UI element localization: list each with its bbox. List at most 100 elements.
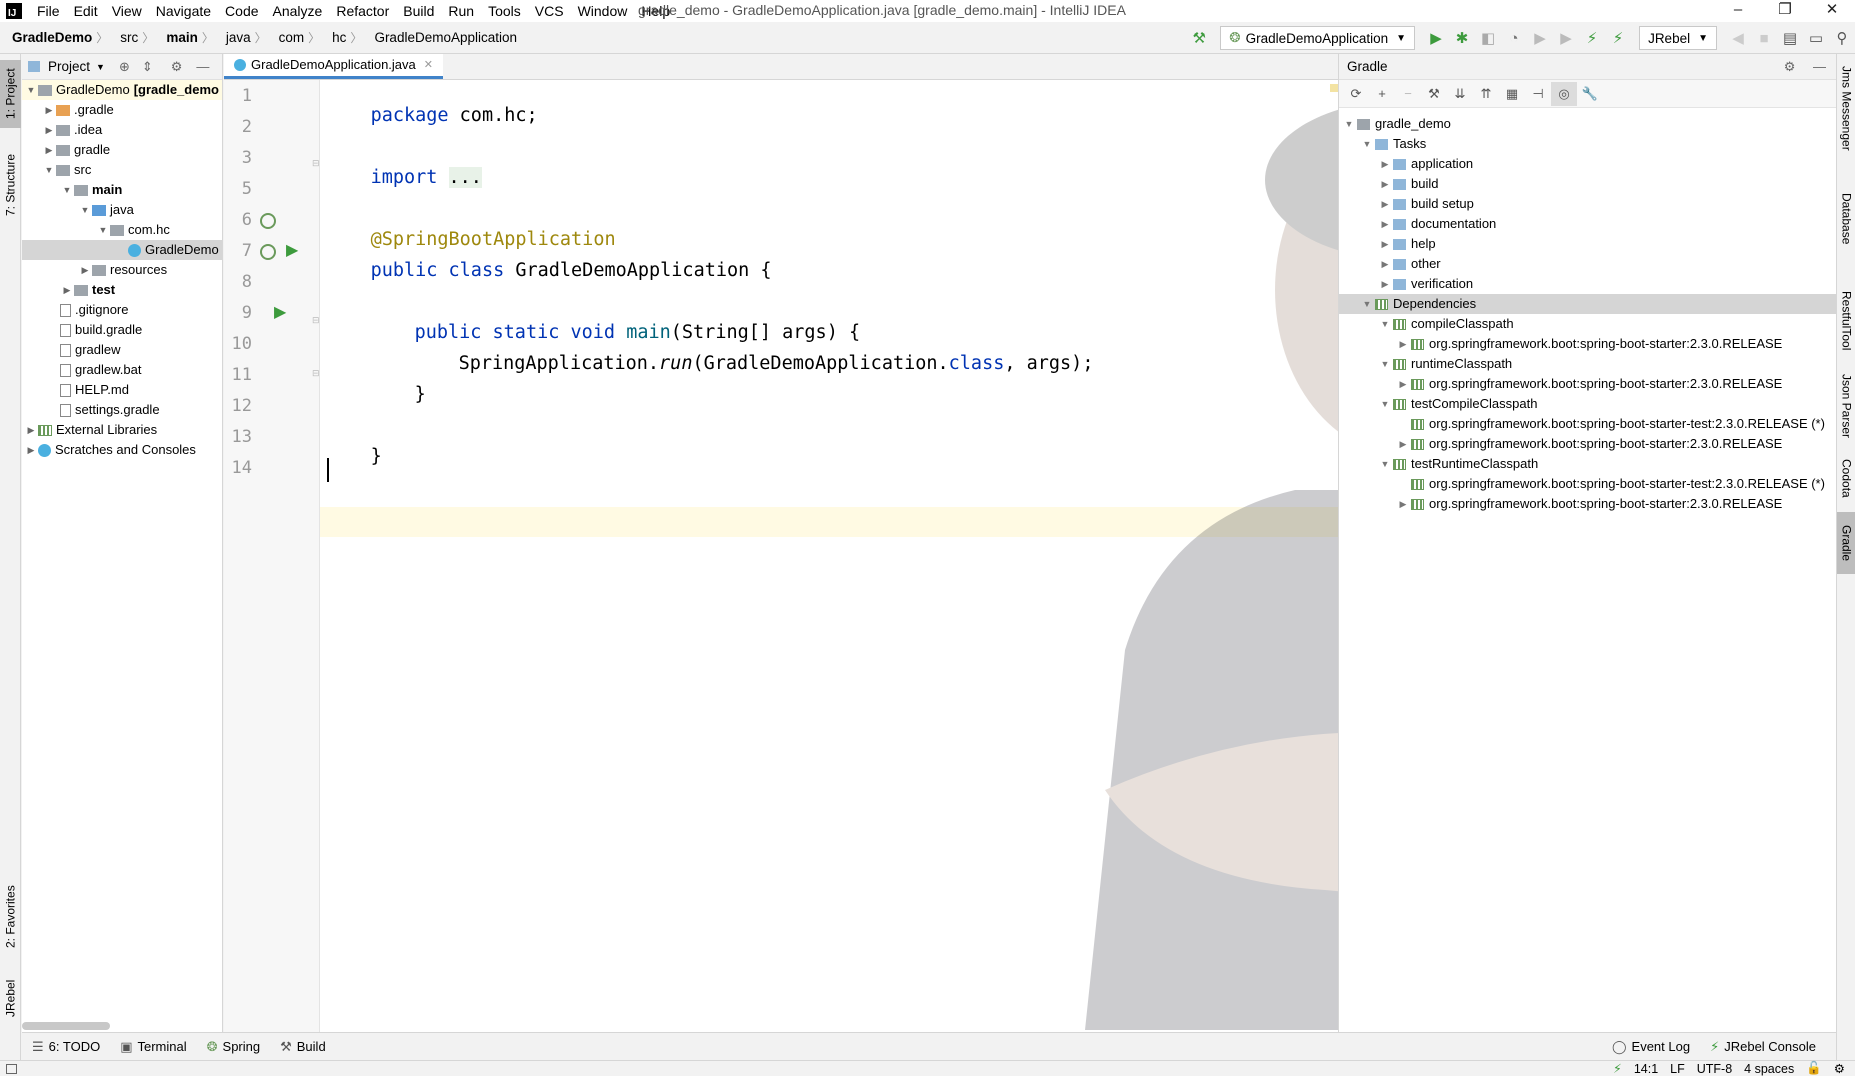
expand-arrow-icon[interactable]: ▶ [1377,214,1393,234]
menu-refactor[interactable]: Refactor [329,0,396,22]
expand-arrow-icon[interactable]: ▶ [42,120,56,140]
gradle-task-group[interactable]: ▶ build [1339,174,1836,194]
project-structure-icon[interactable]: ▤ [1777,25,1803,51]
run-icon[interactable]: ▶ [1423,25,1449,51]
group-icon[interactable]: ▦ [1499,82,1525,106]
expand-arrow-icon[interactable]: ▶ [24,440,38,460]
tab-json-parser[interactable]: Json Parser [1837,372,1855,440]
hide-icon[interactable]: — [1813,59,1826,74]
tree-item-resources[interactable]: ▶ resources [22,260,222,280]
menu-tools[interactable]: Tools [481,0,528,22]
gradle-task-group[interactable]: ▶ documentation [1339,214,1836,234]
expand-arrow-icon[interactable]: ▶ [1377,234,1393,254]
run-gutter-icon[interactable]: ▶ [286,240,298,260]
code-line-7[interactable]: public class GradleDemoApplication { [326,239,772,302]
menu-view[interactable]: View [105,0,149,22]
tree-item-gradlew[interactable]: gradlew [22,340,222,360]
expand-all-icon[interactable]: ⇊ [1447,82,1473,106]
gradle-dependency[interactable]: org.springframework.boot:spring-boot-sta… [1339,414,1836,434]
memory-indicator-icon[interactable]: ⚙ [1834,1061,1845,1076]
tree-item-help-md[interactable]: HELP.md [22,380,222,400]
hide-icon[interactable]: — [196,59,209,74]
tree-item-build-gradle[interactable]: build.gradle [22,320,222,340]
spring-bean-icon[interactable] [260,213,276,229]
gradle-task-group[interactable]: ▶ build setup [1339,194,1836,214]
gradle-root[interactable]: ▼ gradle_demo [1339,114,1836,134]
expand-arrow-icon[interactable]: ▶ [1395,434,1411,454]
horizontal-scrollbar[interactable] [22,1022,110,1030]
gradle-task-group[interactable]: ▶ help [1339,234,1836,254]
menu-code[interactable]: Code [218,0,265,22]
chevron-down-icon[interactable]: ▼ [96,62,105,72]
tab-jrebel[interactable]: JRebel [0,972,21,1024]
gradle-task-group[interactable]: ▶ verification [1339,274,1836,294]
line-separator[interactable]: LF [1670,1062,1685,1076]
menu-navigate[interactable]: Navigate [149,0,218,22]
file-encoding[interactable]: UTF-8 [1697,1062,1732,1076]
close-icon[interactable]: ✕ [424,58,433,71]
tab-gradle[interactable]: Gradle [1837,512,1855,574]
tree-item-idea[interactable]: ▶ .idea [22,120,222,140]
breadcrumb-src[interactable]: src [108,30,142,45]
code-line-10[interactable]: SpringApplication.run(GradleDemoApplicat… [414,332,1094,395]
run-gutter-icon[interactable]: ▶ [274,302,286,322]
breadcrumb-com[interactable]: com [267,30,309,45]
expand-arrow-icon[interactable]: ▼ [1377,314,1393,334]
menu-file[interactable]: File [30,0,67,22]
expand-arrow-icon[interactable]: ▶ [1377,254,1393,274]
gradle-dependency[interactable]: ▶ org.springframework.boot:spring-boot-s… [1339,374,1836,394]
expand-arrow-icon[interactable]: ▶ [1377,174,1393,194]
tree-item-gradle-dir[interactable]: ▶ .gradle [22,100,222,120]
collapse-all-icon[interactable]: ⇕ [142,59,153,75]
breadcrumb-main[interactable]: main [154,30,202,45]
fold-marker-icon[interactable]: ⊟ [312,315,320,326]
expand-arrow-icon[interactable]: ▼ [42,160,56,180]
tab-structure[interactable]: 7: Structure [0,144,21,226]
gradle-task-group[interactable]: ▶ other [1339,254,1836,274]
expand-arrow-icon[interactable]: ▼ [96,220,110,240]
jrebel-select[interactable]: JRebel ▼ [1639,26,1717,50]
tree-item-java[interactable]: ▼ java [22,200,222,220]
tree-item-scratches[interactable]: ▶ Scratches and Consoles [22,440,222,460]
expand-arrow-icon[interactable]: ▼ [1377,454,1393,474]
gradle-tasks[interactable]: ▼ Tasks [1339,134,1836,154]
step-icon[interactable]: ▶ [1553,25,1579,51]
spring-bean-icon[interactable] [260,244,276,260]
expand-arrow-icon[interactable]: ▶ [60,280,74,300]
folded-imports[interactable]: ... [448,167,482,188]
menu-edit[interactable]: Edit [67,0,105,22]
minimize-button[interactable]: – [1715,0,1761,22]
breadcrumb-class[interactable]: GradleDemoApplication [362,30,521,45]
gradle-configuration[interactable]: ▼ compileClasspath [1339,314,1836,334]
expand-arrow-icon[interactable]: ▼ [1359,294,1375,314]
breadcrumb-java[interactable]: java [214,30,255,45]
expand-arrow-icon[interactable]: ▼ [78,200,92,220]
offline-mode-icon[interactable]: ⊣ [1525,82,1551,106]
fold-marker-icon[interactable]: ⊟ [312,158,320,169]
tree-item-gitignore[interactable]: .gitignore [22,300,222,320]
expand-arrow-icon[interactable]: ▶ [1395,374,1411,394]
jrebel-run-icon[interactable]: ⚡ [1579,25,1605,51]
toggle-icon[interactable]: ◎ [1551,81,1577,106]
project-panel-title[interactable]: Project [48,59,90,74]
tab-jms-messenger[interactable]: Jms Messenger [1837,58,1855,158]
tab-project[interactable]: 1: Project [0,60,21,128]
search-icon[interactable]: ⚲ [1829,25,1855,51]
breadcrumb-hc[interactable]: hc [320,30,350,45]
expand-arrow-icon[interactable]: ▶ [42,140,56,160]
tab-build[interactable]: ⚒ Build [270,1039,336,1055]
execute-task-icon[interactable]: ⚒ [1421,82,1447,106]
locate-icon[interactable]: ⊕ [119,59,130,75]
tree-item-test[interactable]: ▶ test [22,280,222,300]
stop-icon[interactable]: ■ [1751,25,1777,51]
tool-window-toggle-icon[interactable] [6,1063,17,1074]
tab-favorites[interactable]: 2: Favorites [0,874,21,960]
tree-item-gradle[interactable]: ▶ gradle [22,140,222,160]
expand-arrow-icon[interactable]: ▼ [1359,134,1375,154]
gradle-configuration[interactable]: ▼ testRuntimeClasspath [1339,454,1836,474]
menu-vcs[interactable]: VCS [528,0,571,22]
editor-tab-active[interactable]: GradleDemoApplication.java ✕ [224,54,443,79]
refresh-icon[interactable]: ⟳ [1343,82,1369,106]
tab-terminal[interactable]: ▣ Terminal [110,1039,196,1055]
profile-icon[interactable]: ◔ [1501,25,1527,51]
